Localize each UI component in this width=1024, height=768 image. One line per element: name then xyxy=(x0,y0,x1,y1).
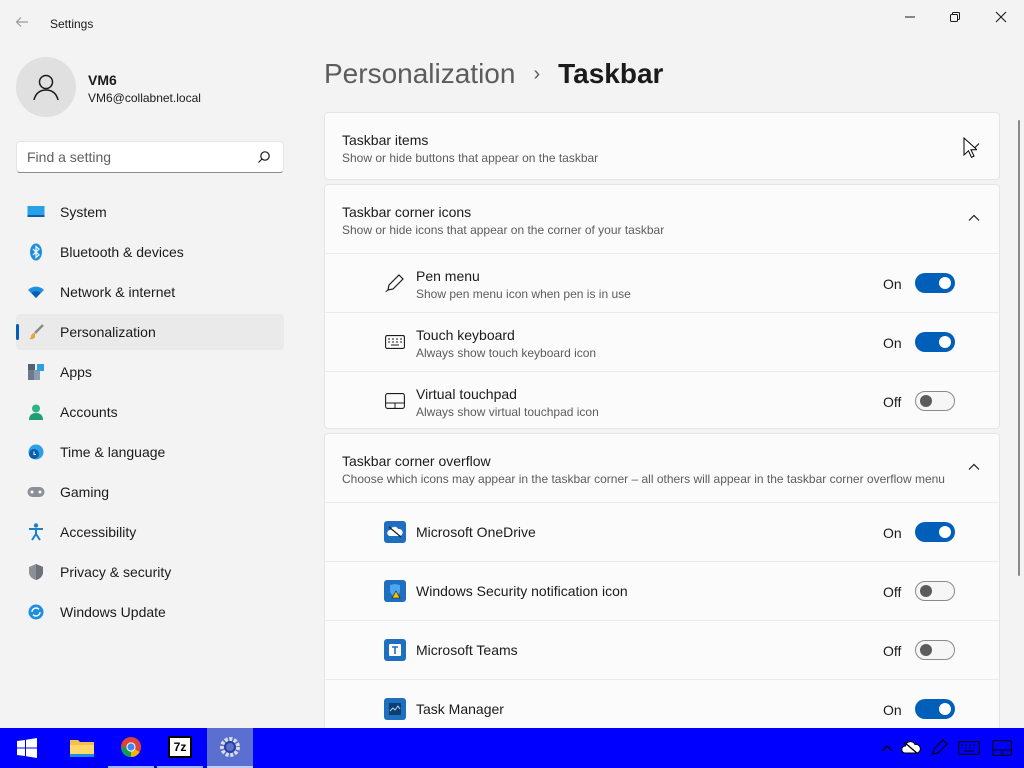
taskbar-corner-overflow-section: Taskbar corner overflow Choose which ico… xyxy=(324,433,1000,728)
user-profile[interactable] xyxy=(16,57,76,117)
taskbar: 7z xyxy=(0,728,1024,768)
brush-icon xyxy=(27,323,45,341)
pen-icon xyxy=(384,272,406,294)
7zip-button[interactable]: 7z xyxy=(157,728,203,768)
tray-touch-keyboard[interactable] xyxy=(958,738,980,758)
shield-icon xyxy=(27,563,45,581)
sidebar-item-system[interactable]: System xyxy=(16,194,284,230)
task-manager-icon xyxy=(384,698,406,720)
sidebar-item-accounts[interactable]: Accounts xyxy=(16,394,284,430)
accessibility-icon xyxy=(27,523,45,541)
taskbar-items-section[interactable]: Taskbar items Show or hide buttons that … xyxy=(324,112,1000,180)
settings-icon xyxy=(220,737,240,757)
apps-icon xyxy=(27,363,45,381)
search-input[interactable] xyxy=(27,142,257,172)
user-icon xyxy=(33,74,59,101)
sidebar-item-bluetooth[interactable]: Bluetooth & devices xyxy=(16,234,284,270)
breadcrumb-separator: › xyxy=(533,62,541,85)
sidebar-item-accessibility[interactable]: Accessibility xyxy=(16,514,284,550)
teams-icon xyxy=(384,639,406,661)
tray-onedrive[interactable] xyxy=(901,738,921,758)
pen-menu-toggle[interactable] xyxy=(915,273,955,293)
main-content: Personalization › Taskbar Taskbar items … xyxy=(324,0,1024,728)
start-button[interactable] xyxy=(4,728,50,768)
touch-keyboard-toggle[interactable] xyxy=(915,332,955,352)
tray-touchpad[interactable] xyxy=(992,738,1012,758)
sidebar-item-gaming[interactable]: Gaming xyxy=(16,474,284,510)
task-manager-toggle[interactable] xyxy=(915,699,955,719)
chrome-icon xyxy=(120,737,141,758)
taskbar-items-header[interactable]: Taskbar items Show or hide buttons that … xyxy=(325,113,999,181)
toggle-state-label: On xyxy=(883,335,902,351)
toggle-state-label: Off xyxy=(883,584,902,600)
start-icon xyxy=(17,738,37,758)
touchpad-icon xyxy=(384,390,406,412)
back-arrow-icon[interactable] xyxy=(14,14,34,34)
window-title: Settings xyxy=(50,17,94,31)
tray-pen[interactable] xyxy=(930,738,948,758)
toggle-state-label: On xyxy=(883,525,902,541)
mouse-cursor-icon xyxy=(963,137,977,158)
tray-overflow-button[interactable] xyxy=(880,738,894,758)
settings-taskbar-button[interactable] xyxy=(207,728,253,768)
7zip-label: 7z xyxy=(173,740,187,754)
user-email: VM6@collabnet.local xyxy=(88,91,201,105)
toggle-state-label: Off xyxy=(883,394,902,410)
microsoft-teams-toggle[interactable] xyxy=(915,640,955,660)
toggle-state-label: On xyxy=(883,702,902,718)
taskbar-corner-icons-header[interactable]: Taskbar corner icons Show or hide icons … xyxy=(325,185,999,253)
search-box[interactable] xyxy=(16,141,284,173)
keyboard-icon xyxy=(384,331,406,353)
virtual-touchpad-toggle[interactable] xyxy=(915,391,955,411)
time-language-icon xyxy=(27,443,45,461)
system-icon xyxy=(27,203,45,221)
toggle-state-label: Off xyxy=(883,643,902,659)
chevron-up-icon[interactable] xyxy=(967,460,981,474)
toggle-state-label: On xyxy=(883,276,902,292)
file-explorer-button[interactable] xyxy=(59,728,105,768)
user-name: VM6 xyxy=(88,72,117,88)
scrollbar[interactable] xyxy=(1018,120,1020,576)
onedrive-icon xyxy=(901,741,921,755)
sidebar-item-time-language[interactable]: Time & language xyxy=(16,434,284,470)
bluetooth-icon xyxy=(27,243,45,261)
search-icon[interactable] xyxy=(257,150,271,164)
task-manager-row: Task Manager On xyxy=(325,679,999,728)
keyboard-icon xyxy=(958,741,980,755)
windows-security-toggle[interactable] xyxy=(915,581,955,601)
sidebar-item-personalization[interactable]: Personalization xyxy=(16,314,284,350)
7zip-icon: 7z xyxy=(168,736,192,758)
accounts-icon xyxy=(27,403,45,421)
wifi-icon xyxy=(27,283,45,301)
file-explorer-icon xyxy=(70,740,94,757)
gamepad-icon xyxy=(27,483,45,501)
touchpad-icon xyxy=(992,740,1012,756)
windows-update-icon xyxy=(27,603,45,621)
onedrive-icon xyxy=(384,521,406,543)
windows-security-row: Windows Security notification icon Off xyxy=(325,561,999,620)
avatar xyxy=(16,57,76,117)
taskbar-corner-icons-section: Taskbar corner icons Show or hide icons … xyxy=(324,184,1000,429)
chevron-up-icon[interactable] xyxy=(967,211,981,225)
page-title: Taskbar xyxy=(558,58,664,89)
sidebar-nav: System Bluetooth & devices Network & int… xyxy=(16,194,284,634)
sidebar-item-windows-update[interactable]: Windows Update xyxy=(16,594,284,630)
sidebar-item-network[interactable]: Network & internet xyxy=(16,274,284,310)
pen-menu-row: Pen menu Show pen menu icon when pen is … xyxy=(325,253,999,312)
sidebar-item-privacy[interactable]: Privacy & security xyxy=(16,554,284,590)
sidebar-item-apps[interactable]: Apps xyxy=(16,354,284,390)
windows-security-icon xyxy=(384,580,406,602)
breadcrumb: Personalization › Taskbar xyxy=(324,58,663,90)
virtual-touchpad-row: Virtual touchpad Always show virtual tou… xyxy=(325,371,999,430)
microsoft-teams-row: Microsoft Teams Off xyxy=(325,620,999,679)
onedrive-row: Microsoft OneDrive On xyxy=(325,502,999,561)
chrome-button[interactable] xyxy=(108,728,154,768)
onedrive-toggle[interactable] xyxy=(915,522,955,542)
touch-keyboard-row: Touch keyboard Always show touch keyboar… xyxy=(325,312,999,371)
taskbar-corner-overflow-header[interactable]: Taskbar corner overflow Choose which ico… xyxy=(325,434,999,502)
breadcrumb-parent[interactable]: Personalization xyxy=(324,58,515,90)
chevron-up-icon xyxy=(881,745,893,752)
pen-icon xyxy=(930,739,948,757)
